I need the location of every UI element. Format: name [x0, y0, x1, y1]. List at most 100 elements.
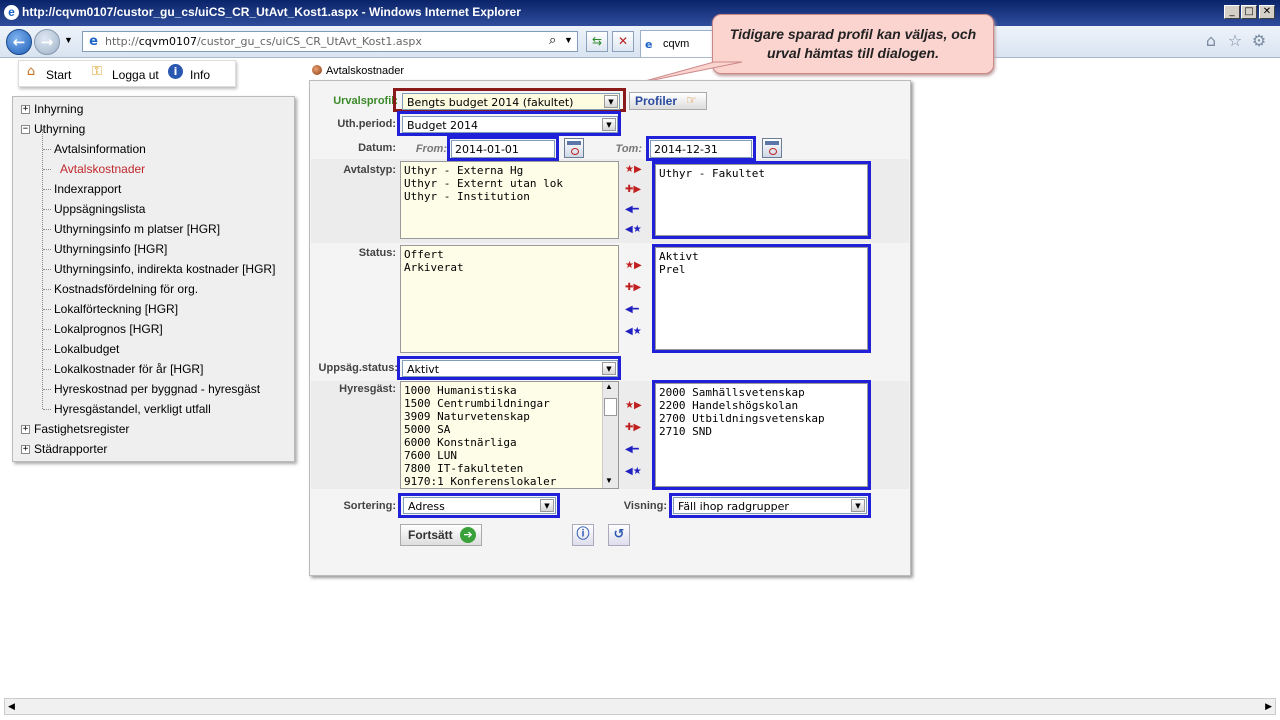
remove-all-button[interactable]: ◀★ — [625, 325, 645, 339]
hyresgast-selected-list[interactable]: 2000 Samhällsvetenskap 2200 Handelshögsko… — [655, 383, 868, 487]
tree-item[interactable]: Hyresgästandel, verkligt utfall — [13, 399, 294, 419]
dropdown-arrow-icon[interactable]: ▼ — [604, 95, 618, 108]
address-bar[interactable]: e http://cqvm0107/custor_gu_cs/uiCS_CR_U… — [82, 31, 578, 52]
list-option[interactable]: 7600 LUN — [404, 449, 615, 462]
list-option[interactable]: Offert — [404, 248, 615, 261]
remove-selected-button[interactable]: ◀━ — [625, 203, 645, 217]
uppsag-select[interactable]: Aktivt ▼ — [402, 360, 618, 377]
collapse-icon[interactable]: − — [21, 125, 30, 134]
calendar-icon[interactable] — [564, 138, 584, 158]
list-option[interactable]: 7800 IT-fakulteten — [404, 462, 615, 475]
tree-item[interactable]: Uthyrningsinfo m platser [HGR] — [13, 219, 294, 239]
remove-selected-button[interactable]: ◀━ — [625, 303, 645, 317]
list-option[interactable]: 2710 SND — [659, 425, 864, 438]
logout-key-icon[interactable]: ⚿ — [89, 64, 105, 80]
info-icon[interactable]: i — [168, 64, 183, 79]
list-option[interactable]: Prel — [659, 263, 864, 276]
info-icon[interactable]: ⓘ — [572, 524, 594, 546]
fortsatt-button[interactable]: Fortsätt ➔ — [400, 524, 482, 546]
list-option[interactable]: Uthyr - Institution — [404, 190, 615, 203]
home-icon[interactable]: ⌂ — [23, 64, 39, 80]
gear-icon[interactable]: ⚙ — [1250, 32, 1268, 50]
maximize-button[interactable]: □ — [1241, 5, 1257, 19]
search-icon[interactable]: ⌕ — [549, 33, 556, 48]
sortering-select[interactable]: Adress ▼ — [403, 497, 556, 514]
compat-view-icon[interactable]: ⇆ — [586, 31, 608, 52]
list-option[interactable]: 5000 SA — [404, 423, 615, 436]
tree-item[interactable]: Avtalsinformation — [13, 139, 294, 159]
tree-item[interactable]: Kostnadsfördelning för org. — [13, 279, 294, 299]
list-option[interactable]: 2700 Utbildningsvetenskap — [659, 412, 864, 425]
add-selected-button[interactable]: ✚▶ — [625, 281, 645, 295]
scroll-down-icon[interactable]: ▼ — [605, 476, 613, 485]
list-option[interactable]: Uthyr - Externt utan lok — [404, 177, 615, 190]
info-link[interactable]: Info — [190, 68, 210, 82]
add-all-button[interactable]: ★▶ — [625, 399, 645, 413]
start-link[interactable]: Start — [46, 68, 71, 82]
address-dropdown-icon[interactable]: ▼ — [564, 35, 573, 45]
remove-selected-button[interactable]: ◀━ — [625, 443, 645, 457]
list-option[interactable]: Arkiverat — [404, 261, 615, 274]
close-button[interactable]: ✕ — [1259, 5, 1275, 19]
avtalstyp-selected-list[interactable]: Uthyr - Fakultet — [655, 164, 868, 236]
expand-icon[interactable]: + — [21, 425, 30, 434]
list-option[interactable]: 3909 Naturvetenskap — [404, 410, 615, 423]
list-option[interactable]: 1000 Humanistiska — [404, 384, 615, 397]
tree-item[interactable]: Lokalbudget — [13, 339, 294, 359]
list-option[interactable]: 6000 Konstnärliga — [404, 436, 615, 449]
avtalstyp-available-list[interactable]: Uthyr - Externa Hg Uthyr - Externt utan l… — [400, 161, 619, 239]
uthperiod-select[interactable]: Budget 2014 ▼ — [402, 116, 618, 133]
urvalsprofil-select[interactable]: Bengts budget 2014 (fakultet) ▼ — [402, 93, 620, 110]
tree-item[interactable]: Hyreskostnad per byggnad - hyresgäst — [13, 379, 294, 399]
stop-icon[interactable]: ✕ — [612, 31, 634, 52]
scroll-left-icon[interactable]: ◀ — [8, 701, 15, 712]
scroll-right-icon[interactable]: ▶ — [1265, 701, 1272, 712]
tab-current[interactable]: e cqvm — [640, 30, 720, 57]
dropdown-arrow-icon[interactable]: ▼ — [602, 362, 616, 375]
dropdown-arrow-icon[interactable]: ▼ — [851, 499, 865, 512]
history-dropdown-icon[interactable]: ▼ — [64, 35, 73, 45]
tom-date-input[interactable]: 2014-12-31 — [650, 140, 752, 158]
expand-icon[interactable]: + — [21, 105, 30, 114]
dropdown-arrow-icon[interactable]: ▼ — [540, 499, 554, 512]
from-date-input[interactable]: 2014-01-01 — [451, 140, 555, 158]
tree-node-stadrapporter[interactable]: + Städrapporter — [13, 439, 294, 459]
list-option[interactable]: 1500 Centrumbildningar — [404, 397, 615, 410]
profiler-button[interactable]: Profiler ☞ — [629, 92, 707, 110]
tree-item[interactable]: Avtalskostnader — [13, 159, 294, 179]
expand-icon[interactable]: + — [21, 445, 30, 454]
add-all-button[interactable]: ★▶ — [625, 259, 645, 273]
list-option[interactable]: Uthyr - Externa Hg — [404, 164, 615, 177]
list-option[interactable]: 2000 Samhällsvetenskap — [659, 386, 864, 399]
tree-node-uthyrning[interactable]: − Uthyrning — [13, 119, 294, 139]
list-option[interactable]: 2200 Handelshögskolan — [659, 399, 864, 412]
add-selected-button[interactable]: ✚▶ — [625, 421, 645, 435]
scroll-thumb[interactable] — [604, 398, 617, 416]
calendar-icon[interactable] — [762, 138, 782, 158]
hyresgast-available-list[interactable]: 1000 Humanistiska 1500 Centrumbildningar 3… — [400, 381, 619, 489]
add-selected-button[interactable]: ✚▶ — [625, 183, 645, 197]
minimize-button[interactable]: _ — [1224, 5, 1240, 19]
scroll-up-icon[interactable]: ▲ — [605, 382, 613, 391]
favorites-star-icon[interactable]: ☆ — [1226, 32, 1244, 50]
forward-button[interactable]: → — [34, 29, 60, 55]
remove-all-button[interactable]: ◀★ — [625, 223, 645, 237]
dropdown-arrow-icon[interactable]: ▼ — [602, 118, 616, 131]
tree-node-fastighetsregister[interactable]: + Fastighetsregister — [13, 419, 294, 439]
tree-item[interactable]: Lokalprognos [HGR] — [13, 319, 294, 339]
add-all-button[interactable]: ★▶ — [625, 163, 645, 177]
back-button[interactable]: ← — [6, 29, 32, 55]
tree-item[interactable]: Uppsägningslista — [13, 199, 294, 219]
tree-item[interactable]: Lokalkostnader för år [HGR] — [13, 359, 294, 379]
hyresgast-scrollbar[interactable]: ▲ ▼ — [602, 382, 618, 488]
status-available-list[interactable]: Offert Arkiverat — [400, 245, 619, 353]
list-option[interactable]: Uthyr - Fakultet — [659, 167, 864, 180]
tree-node-inhyrning[interactable]: + Inhyrning — [13, 99, 294, 119]
remove-all-button[interactable]: ◀★ — [625, 465, 645, 479]
list-option[interactable]: Aktivt — [659, 250, 864, 263]
horizontal-scrollbar[interactable]: ◀ ▶ — [4, 698, 1276, 715]
reset-icon[interactable]: ↺ — [608, 524, 630, 546]
tree-item[interactable]: Lokalförteckning [HGR] — [13, 299, 294, 319]
home-icon[interactable]: ⌂ — [1202, 32, 1220, 50]
list-option[interactable]: 9170:1 Konferenslokaler — [404, 475, 615, 488]
